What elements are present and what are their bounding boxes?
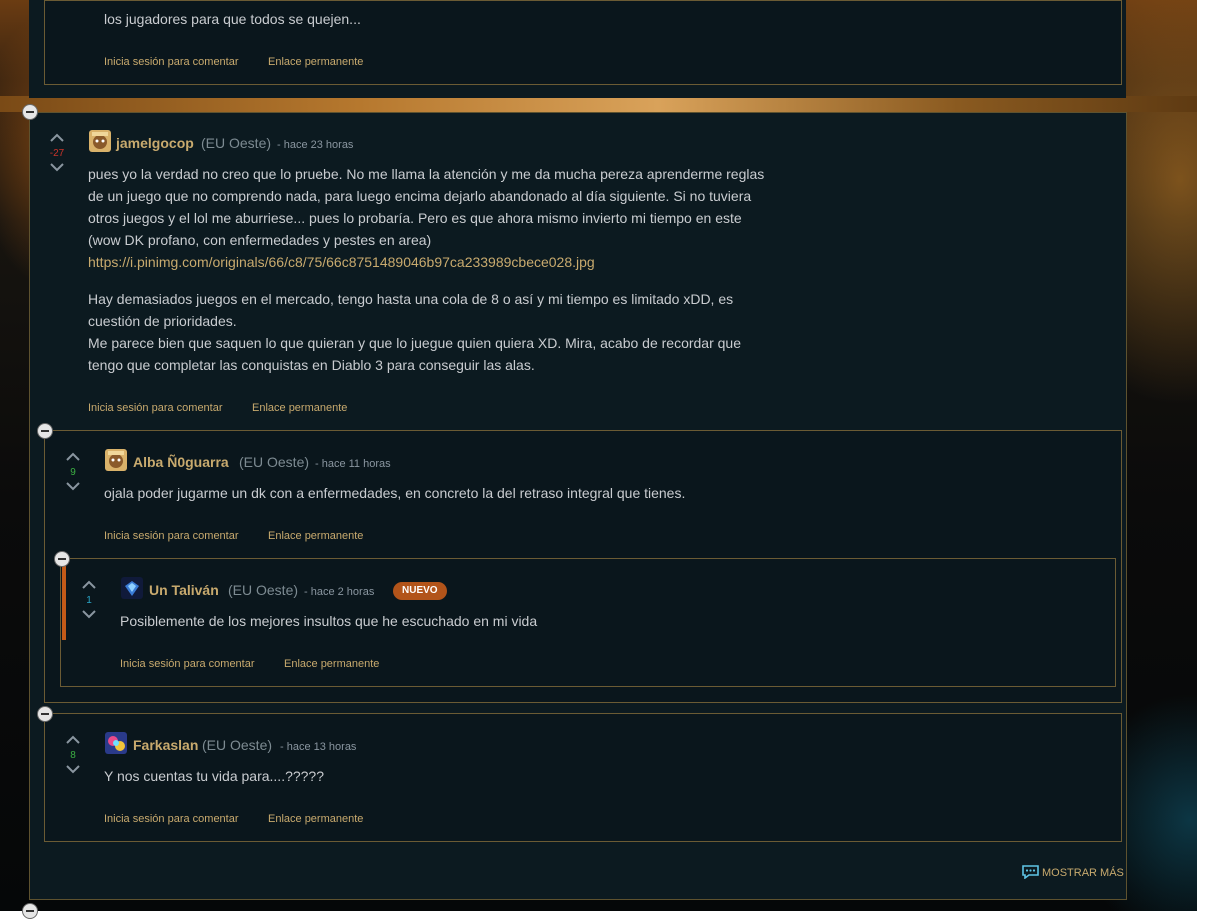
comment-body-line: de un juego que no comprendo nada, para …: [88, 188, 752, 204]
comment-body-line: pues yo la verdad no creo que lo pruebe.…: [88, 166, 765, 182]
new-comment-highlight: [62, 566, 66, 640]
author-name[interactable]: Alba Ñ0guarra: [133, 454, 229, 470]
new-badge: NUEVO: [393, 582, 447, 600]
author-name[interactable]: jamelgocop: [116, 135, 194, 151]
permalink-link[interactable]: Enlace permanente: [268, 813, 363, 825]
comment-body-line: otros juegos y el lol me aburriese... pu…: [88, 210, 742, 226]
chevron-up-icon[interactable]: [66, 735, 80, 744]
avatar[interactable]: [105, 732, 127, 754]
show-more-label: MOSTRAR MÁS: [1042, 867, 1124, 879]
collapse-minus-icon[interactable]: [54, 551, 70, 567]
background-art-strip: [0, 96, 1197, 112]
comment-body-line: los jugadores para que todos se quejen..…: [104, 11, 361, 27]
vote-score: 8: [70, 750, 76, 761]
comment-body-line: Posiblemente de los mejores insultos que…: [120, 613, 538, 629]
comment-body-line: Hay demasiados juegos en el mercado, ten…: [88, 291, 734, 307]
comment-body-line: ojala poder jugarme un dk con a enfermed…: [104, 485, 686, 501]
chevron-up-icon[interactable]: [50, 133, 64, 142]
author-region: (EU Oeste): [202, 737, 273, 753]
author-region: (EU Oeste): [201, 135, 272, 151]
comment-timestamp[interactable]: - hace 2 horas: [304, 586, 374, 598]
show-more-button[interactable]: MOSTRAR MÁS: [1022, 864, 1124, 884]
collapse-minus-icon[interactable]: [37, 706, 53, 722]
image-url-link[interactable]: https://i.pinimg.com/originals/66/c8/75/…: [88, 251, 595, 273]
comment-body-line: Y nos cuentas tu vida para....?????: [104, 768, 325, 784]
comment-timestamp[interactable]: - hace 23 horas: [277, 139, 353, 151]
chevron-down-icon[interactable]: [66, 765, 80, 774]
login-to-comment-link[interactable]: Inicia sesión para comentar: [104, 813, 239, 825]
author-region: (EU Oeste): [228, 582, 299, 598]
avatar[interactable]: [105, 449, 127, 471]
author-name[interactable]: Farkaslan: [133, 737, 198, 753]
author-region: (EU Oeste): [239, 454, 310, 470]
collapse-minus-icon[interactable]: [37, 423, 53, 439]
collapse-minus-icon[interactable]: [22, 104, 38, 120]
chat-bubble-icon: [1022, 865, 1039, 884]
chevron-up-icon[interactable]: [82, 580, 96, 589]
login-to-comment-link[interactable]: Inicia sesión para comentar: [104, 530, 239, 542]
comment-body-line: (wow DK profano, con enfermedades y pest…: [88, 232, 432, 248]
vote-score: 9: [70, 467, 76, 478]
login-to-comment-link[interactable]: Inicia sesión para comentar: [88, 402, 223, 414]
permalink-link[interactable]: Enlace permanente: [252, 402, 347, 414]
chevron-down-icon[interactable]: [50, 163, 64, 172]
vote-score: -27: [49, 148, 65, 159]
comment-timestamp[interactable]: - hace 11 horas: [315, 458, 391, 470]
login-to-comment-link[interactable]: Inicia sesión para comentar: [120, 658, 255, 670]
chevron-up-icon[interactable]: [66, 452, 80, 461]
permalink-link[interactable]: Enlace permanente: [268, 56, 363, 68]
author-name[interactable]: Un Taliván: [149, 582, 219, 598]
vote-score: 1: [86, 595, 92, 606]
comment-timestamp[interactable]: - hace 13 horas: [280, 741, 356, 753]
chevron-down-icon[interactable]: [82, 610, 96, 619]
collapse-minus-icon[interactable]: [22, 903, 38, 919]
chevron-down-icon[interactable]: [66, 482, 80, 491]
avatar[interactable]: [121, 577, 143, 599]
comment-body-line: cuestión de prioridades.: [88, 313, 237, 329]
login-to-comment-link[interactable]: Inicia sesión para comentar: [104, 56, 239, 68]
comment-body-line: Me parece bien que saquen lo que quieran…: [88, 335, 741, 351]
avatar[interactable]: [89, 130, 111, 152]
permalink-link[interactable]: Enlace permanente: [284, 658, 379, 670]
comment-body-line: tengo que completar las conquistas en Di…: [88, 357, 535, 373]
permalink-link[interactable]: Enlace permanente: [268, 530, 363, 542]
